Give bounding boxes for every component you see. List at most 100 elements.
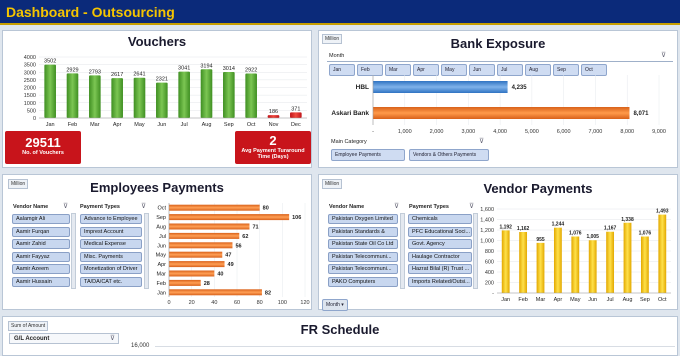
employees-value-label: 80 bbox=[263, 206, 269, 212]
employees-bar-feb bbox=[169, 279, 201, 286]
employees-bar-jul bbox=[169, 232, 240, 239]
employees-value-label: 40 bbox=[217, 272, 223, 278]
bank-bar-askari-bank bbox=[373, 107, 630, 119]
avg-turnaround-label: Avg Payment Turaround Time (Days) bbox=[241, 148, 305, 160]
bank-x-tick: 2,000 bbox=[430, 129, 444, 135]
vouchers-value-label: 2922 bbox=[245, 67, 257, 73]
vouchers-bar-feb bbox=[66, 73, 79, 118]
bank-x-tick: 5,000 bbox=[525, 129, 539, 135]
vendor-payments-panel: Million Vendor Payments Vendor Name ⊽ Pa… bbox=[318, 174, 678, 311]
bank-x-tick: 8,000 bbox=[620, 129, 634, 135]
bank-category-label: HBL bbox=[356, 84, 369, 91]
vouchers-x-tick: Jan bbox=[46, 122, 55, 128]
category-filter-clear-icon[interactable]: ⊽ bbox=[479, 137, 484, 145]
vendor-bar-aug bbox=[623, 222, 632, 293]
vouchers-value-label: 2929 bbox=[66, 67, 78, 73]
total-vouchers-value: 29511 bbox=[25, 135, 61, 150]
dashboard-header: Dashboard - Outsourcing bbox=[0, 0, 680, 25]
employees-category-label: Feb bbox=[157, 281, 166, 287]
vendor-x-tick: Jun bbox=[588, 297, 597, 303]
vouchers-x-tick: Jun bbox=[157, 122, 166, 128]
bank-exposure-panel: Million Bank Exposure Month ⊽ Jan Feb Mar A… bbox=[318, 30, 678, 168]
vendor-y-tick: 1,600 bbox=[480, 207, 494, 213]
total-vouchers-card: 29511 No. of Vouchers bbox=[5, 131, 81, 164]
vouchers-x-tick: Mar bbox=[90, 122, 100, 128]
employees-value-label: 56 bbox=[235, 243, 241, 249]
vendor-value-label: 1,493 bbox=[656, 209, 669, 215]
vendor-value-label: 1,162 bbox=[517, 226, 530, 232]
bank-x-tick: - bbox=[372, 129, 374, 135]
vouchers-bar-oct bbox=[245, 73, 257, 118]
vendor-y-tick: - bbox=[492, 291, 494, 297]
vendor-bar-oct bbox=[658, 214, 667, 293]
vouchers-x-tick: Sep bbox=[224, 122, 234, 128]
employees-category-label: Aug bbox=[156, 225, 166, 231]
employees-bar-apr bbox=[169, 261, 225, 268]
employees-category-label: Sep bbox=[156, 215, 166, 221]
vendor-y-tick: 1,200 bbox=[480, 228, 494, 234]
bank-x-tick: 1,000 bbox=[398, 129, 412, 135]
employees-value-label: 71 bbox=[252, 225, 258, 231]
bank-x-tick: 4,000 bbox=[493, 129, 507, 135]
employees-payments-chart: 0 20 40 60 80 100 120 Oct 80 Sep 106 Aug 71 Jul 62 Jun 5… bbox=[156, 203, 310, 306]
vendor-value-label: 1,338 bbox=[621, 217, 634, 223]
employees-value-label: 106 bbox=[292, 215, 301, 221]
category-vendor-payments[interactable]: Vendors & Others Payments bbox=[409, 149, 489, 161]
vouchers-value-label: 371 bbox=[291, 106, 300, 112]
vouchers-value-label: 3194 bbox=[200, 63, 212, 69]
vendor-bar-feb bbox=[519, 231, 528, 293]
vouchers-value-label: 2641 bbox=[133, 72, 145, 78]
vendor-x-tick: Jul bbox=[607, 297, 614, 303]
vendor-payments-chart: - 200 400 600 800 1,000 1,200 1,400 1,600 1,192 Ja… bbox=[480, 207, 671, 303]
vouchers-x-tick: May bbox=[134, 122, 145, 128]
employees-x-tick: 0 bbox=[167, 300, 170, 306]
vouchers-y-tick: 1000 bbox=[24, 101, 36, 107]
gl-account-label: G/L Account bbox=[14, 336, 50, 342]
vendor-value-label: 1,244 bbox=[552, 222, 565, 228]
vendor-bar-jul bbox=[606, 231, 615, 293]
vendor-bar-apr bbox=[553, 227, 562, 293]
vouchers-x-tick: Oct bbox=[247, 122, 256, 128]
vouchers-y-tick: 3500 bbox=[24, 63, 36, 69]
employees-bar-sep bbox=[169, 214, 290, 221]
bank-x-tick: 3,000 bbox=[461, 129, 475, 135]
vendor-y-tick: 800 bbox=[485, 249, 494, 255]
employees-bar-may bbox=[169, 251, 223, 258]
vendor-value-label: 1,076 bbox=[639, 231, 652, 237]
bank-bar-hbl bbox=[373, 81, 508, 93]
vendor-value-label: 1,167 bbox=[604, 226, 617, 232]
vouchers-x-tick: Dec bbox=[291, 122, 301, 128]
vouchers-bar-sep bbox=[223, 72, 235, 118]
vouchers-value-label: 2617 bbox=[111, 72, 123, 78]
bank-value-label: 4,235 bbox=[512, 85, 528, 91]
vouchers-bar-dec bbox=[290, 112, 302, 118]
vendor-x-tick: Apr bbox=[554, 297, 563, 303]
vendor-bar-sep bbox=[640, 236, 649, 293]
vouchers-bar-jul bbox=[178, 71, 190, 118]
vouchers-bar-jun bbox=[156, 82, 168, 118]
total-vouchers-label: No. of Vouchers bbox=[22, 150, 64, 156]
vouchers-x-tick: Nov bbox=[269, 122, 279, 128]
vendor-bar-jun bbox=[588, 240, 597, 293]
bank-category-label: Askari Bank bbox=[331, 110, 369, 117]
bank-x-tick: 7,000 bbox=[589, 129, 603, 135]
dashboard-title: Dashboard - Outsourcing bbox=[6, 4, 175, 20]
employees-category-label: Mar bbox=[157, 272, 167, 278]
gl-filter-icon[interactable]: ⊽ bbox=[110, 334, 115, 342]
employees-bar-jun bbox=[169, 242, 233, 249]
gl-account-filter[interactable]: G/L Account ⊽ bbox=[9, 333, 119, 344]
vouchers-x-tick: Apr bbox=[113, 122, 122, 128]
vouchers-y-tick: 2000 bbox=[24, 86, 36, 92]
vouchers-x-tick: Feb bbox=[68, 122, 77, 128]
category-employee-payments[interactable]: Employee Payments bbox=[331, 149, 405, 161]
vendor-x-tick: Aug bbox=[623, 297, 633, 303]
employees-x-tick: 120 bbox=[300, 300, 309, 306]
vouchers-bar-jan bbox=[44, 64, 56, 118]
vouchers-x-tick: Aug bbox=[202, 122, 212, 128]
vendor-y-tick: 1,000 bbox=[480, 239, 494, 245]
employees-category-label: Apr bbox=[157, 262, 166, 268]
employees-bar-jan bbox=[169, 289, 262, 296]
vouchers-bar-apr bbox=[111, 78, 123, 118]
vouchers-value-label: 3014 bbox=[223, 66, 235, 72]
employees-category-label: Oct bbox=[157, 206, 166, 212]
